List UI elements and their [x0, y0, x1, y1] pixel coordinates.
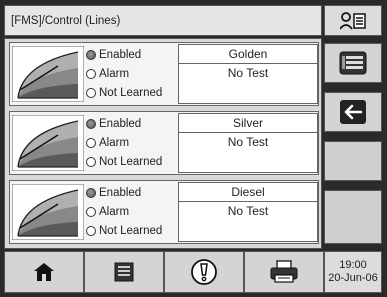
line-indicators: Enabled Alarm Not Learned [86, 45, 178, 102]
sidebar-empty-button[interactable] [324, 190, 382, 244]
radio-dot-icon [86, 137, 96, 148]
alarm-indicator: Alarm [86, 133, 178, 152]
radio-dot-icon [86, 225, 96, 236]
not-learned-indicator: Not Learned [86, 83, 178, 102]
clock-date: 20-Jun-06 [328, 272, 378, 284]
not-learned-indicator: Not Learned [86, 152, 178, 171]
radio-dot-icon [86, 49, 96, 60]
lines-panel: Enabled Alarm Not Learned Golden No Test [4, 38, 322, 249]
screen: [FMS]/Control (Lines) Enabled Alarm Not … [0, 0, 387, 297]
home-icon [34, 263, 54, 281]
alarm-button[interactable] [164, 251, 244, 293]
alarm-indicator: Alarm [86, 202, 178, 221]
enabled-indicator: Enabled [86, 45, 178, 64]
line-name: Diesel [179, 183, 317, 202]
list-view-button[interactable] [324, 43, 382, 83]
menu-button[interactable] [84, 251, 164, 293]
printer-icon [270, 260, 298, 283]
line-indicators: Enabled Alarm Not Learned [86, 183, 178, 240]
user-list-icon [340, 11, 366, 30]
not-learned-indicator: Not Learned [86, 221, 178, 240]
radio-dot-icon [86, 187, 96, 198]
line-name: Silver [179, 114, 317, 133]
line-row-golden[interactable]: Enabled Alarm Not Learned Golden No Test [9, 42, 319, 106]
radio-dot-icon [86, 206, 96, 217]
enabled-indicator: Enabled [86, 114, 178, 133]
bottom-toolbar: 19:00 20-Jun-06 [4, 251, 382, 293]
line-row-diesel[interactable]: Enabled Alarm Not Learned Diesel No Test [9, 180, 319, 244]
radio-dot-icon [86, 87, 96, 98]
list-view-icon [339, 51, 367, 75]
clock-time: 19:00 [339, 259, 367, 271]
line-info: Diesel No Test [178, 182, 318, 242]
tank-gauge-icon [12, 46, 84, 102]
line-info: Golden No Test [178, 44, 318, 104]
radio-dot-icon [86, 118, 96, 129]
sidebar [324, 38, 382, 249]
radio-dot-icon [86, 156, 96, 167]
alarm-indicator: Alarm [86, 64, 178, 83]
title-bar: [FMS]/Control (Lines) [4, 5, 322, 36]
back-arrow-icon [340, 100, 366, 124]
line-row-silver[interactable]: Enabled Alarm Not Learned Silver No Test [9, 111, 319, 175]
enabled-indicator: Enabled [86, 183, 178, 202]
radio-dot-icon [86, 68, 96, 79]
sidebar-empty-button[interactable] [324, 141, 382, 181]
line-indicators: Enabled Alarm Not Learned [86, 114, 178, 171]
line-status: No Test [227, 66, 269, 80]
print-button[interactable] [244, 251, 324, 293]
clock-display: 19:00 20-Jun-06 [324, 251, 382, 293]
home-button[interactable] [4, 251, 84, 293]
line-name: Golden [179, 45, 317, 64]
line-info: Silver No Test [178, 113, 318, 173]
page-title: [FMS]/Control (Lines) [11, 14, 121, 27]
tank-gauge-icon [12, 115, 84, 171]
tank-gauge-icon [12, 184, 84, 240]
line-status: No Test [227, 204, 269, 218]
menu-icon [114, 262, 134, 282]
alert-icon [191, 259, 217, 285]
line-status: No Test [227, 135, 269, 149]
user-list-button[interactable] [324, 5, 382, 36]
back-button[interactable] [324, 92, 382, 132]
